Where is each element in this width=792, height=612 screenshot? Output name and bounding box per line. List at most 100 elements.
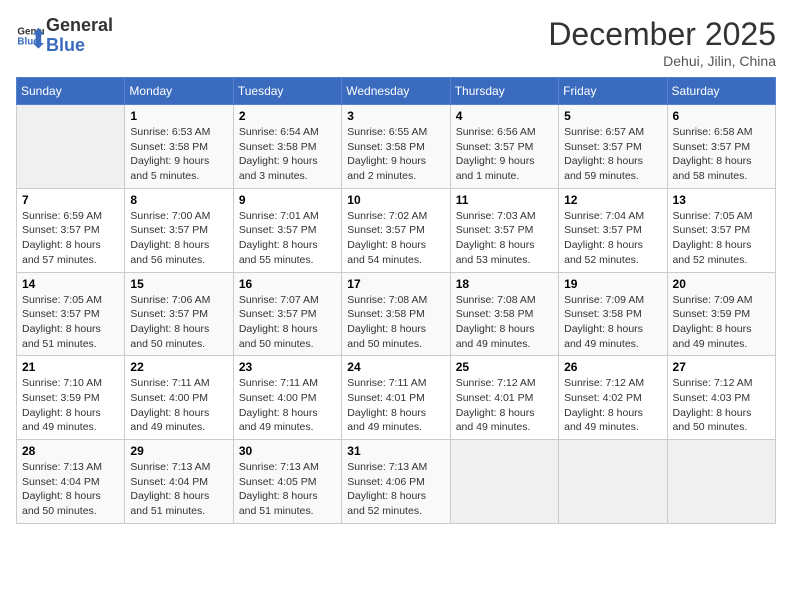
- calendar-cell: 21 Sunrise: 7:10 AM Sunset: 3:59 PM Dayli…: [17, 356, 125, 440]
- day-info: Sunrise: 7:08 AM Sunset: 3:58 PM Dayligh…: [456, 293, 553, 352]
- calendar-cell: 9Sunrise: 7:01 AM Sunset: 3:57 PM Daylig…: [233, 188, 341, 272]
- calendar-cell: 12 Sunrise: 7:04 AM Sunset: 3:57 PM Dayli…: [559, 188, 667, 272]
- weekday-header-thursday: Thursday: [450, 78, 558, 105]
- day-info: Sunrise: 7:13 AM Sunset: 4:06 PM Dayligh…: [347, 460, 444, 519]
- day-number: 13: [673, 193, 770, 207]
- day-info: Sunrise: 7:12 AM Sunset: 4:03 PM Dayligh…: [673, 376, 770, 435]
- calendar-cell: 11 Sunrise: 7:03 AM Sunset: 3:57 PM Dayli…: [450, 188, 558, 272]
- day-info: Sunrise: 7:04 AM Sunset: 3:57 PM Dayligh…: [564, 209, 661, 268]
- calendar-cell: 29Sunrise: 7:13 AM Sunset: 4:04 PM Dayli…: [125, 440, 233, 524]
- calendar-cell: 8 Sunrise: 7:00 AM Sunset: 3:57 PM Daylig…: [125, 188, 233, 272]
- calendar-cell: 17 Sunrise: 7:08 AM Sunset: 3:58 PM Dayli…: [342, 272, 450, 356]
- day-number: 14: [22, 277, 119, 291]
- day-info: Sunrise: 6:54 AM Sunset: 3:58 PM Dayligh…: [239, 125, 336, 184]
- weekday-header-wednesday: Wednesday: [342, 78, 450, 105]
- calendar-cell: 22 Sunrise: 7:11 AM Sunset: 4:00 PM Dayli…: [125, 356, 233, 440]
- day-number: 22: [130, 360, 227, 374]
- calendar-cell: 18 Sunrise: 7:08 AM Sunset: 3:58 PM Dayli…: [450, 272, 558, 356]
- day-number: 3: [347, 109, 444, 123]
- day-info: Sunrise: 7:08 AM Sunset: 3:58 PM Dayligh…: [347, 293, 444, 352]
- day-number: 24: [347, 360, 444, 374]
- day-info: Sunrise: 7:09 AM Sunset: 3:58 PM Dayligh…: [564, 293, 661, 352]
- calendar-cell: [17, 105, 125, 189]
- calendar-table: SundayMondayTuesdayWednesdayThursdayFrid…: [16, 77, 776, 524]
- logo-line1: General: [46, 16, 113, 36]
- logo: General Blue General Blue: [16, 16, 113, 56]
- calendar-cell: 13 Sunrise: 7:05 AM Sunset: 3:57 PM Dayli…: [667, 188, 775, 272]
- page-header: General Blue General Blue December 2025 …: [16, 16, 776, 69]
- calendar-cell: 26Sunrise: 7:12 AM Sunset: 4:02 PM Dayli…: [559, 356, 667, 440]
- calendar-cell: 7 Sunrise: 6:59 AM Sunset: 3:57 PM Daylig…: [17, 188, 125, 272]
- calendar-cell: 3 Sunrise: 6:55 AM Sunset: 3:58 PM Daylig…: [342, 105, 450, 189]
- day-info: Sunrise: 7:03 AM Sunset: 3:57 PM Dayligh…: [456, 209, 553, 268]
- day-info: Sunrise: 7:07 AM Sunset: 3:57 PM Dayligh…: [239, 293, 336, 352]
- day-number: 6: [673, 109, 770, 123]
- day-info: Sunrise: 6:53 AM Sunset: 3:58 PM Dayligh…: [130, 125, 227, 184]
- logo-line2: Blue: [46, 36, 113, 56]
- day-info: Sunrise: 7:12 AM Sunset: 4:01 PM Dayligh…: [456, 376, 553, 435]
- day-number: 20: [673, 277, 770, 291]
- day-number: 26: [564, 360, 661, 374]
- day-number: 10: [347, 193, 444, 207]
- day-number: 11: [456, 193, 553, 207]
- weekday-header-tuesday: Tuesday: [233, 78, 341, 105]
- calendar-cell: 25 Sunrise: 7:12 AM Sunset: 4:01 PM Dayli…: [450, 356, 558, 440]
- day-info: Sunrise: 7:09 AM Sunset: 3:59 PM Dayligh…: [673, 293, 770, 352]
- calendar-cell: [667, 440, 775, 524]
- calendar-week-3: 14 Sunrise: 7:05 AM Sunset: 3:57 PM Dayli…: [17, 272, 776, 356]
- day-info: Sunrise: 7:11 AM Sunset: 4:00 PM Dayligh…: [130, 376, 227, 435]
- day-number: 18: [456, 277, 553, 291]
- calendar-cell: 31 Sunrise: 7:13 AM Sunset: 4:06 PM Dayli…: [342, 440, 450, 524]
- day-number: 27: [673, 360, 770, 374]
- calendar-week-4: 21 Sunrise: 7:10 AM Sunset: 3:59 PM Dayli…: [17, 356, 776, 440]
- calendar-week-1: 1 Sunrise: 6:53 AM Sunset: 3:58 PM Daylig…: [17, 105, 776, 189]
- day-number: 15: [130, 277, 227, 291]
- calendar-cell: 28 Sunrise: 7:13 AM Sunset: 4:04 PM Dayli…: [17, 440, 125, 524]
- day-info: Sunrise: 7:10 AM Sunset: 3:59 PM Dayligh…: [22, 376, 119, 435]
- calendar-cell: 1 Sunrise: 6:53 AM Sunset: 3:58 PM Daylig…: [125, 105, 233, 189]
- day-number: 16: [239, 277, 336, 291]
- day-number: 28: [22, 444, 119, 458]
- month-title: December 2025: [548, 16, 776, 53]
- calendar-cell: [559, 440, 667, 524]
- calendar-cell: 20 Sunrise: 7:09 AM Sunset: 3:59 PM Dayli…: [667, 272, 775, 356]
- day-info: Sunrise: 6:59 AM Sunset: 3:57 PM Dayligh…: [22, 209, 119, 268]
- day-number: 21: [22, 360, 119, 374]
- calendar-cell: 2Sunrise: 6:54 AM Sunset: 3:58 PM Daylig…: [233, 105, 341, 189]
- calendar-cell: 6Sunrise: 6:58 AM Sunset: 3:57 PM Daylig…: [667, 105, 775, 189]
- title-area: December 2025 Dehui, Jilin, China: [548, 16, 776, 69]
- calendar-cell: 4 Sunrise: 6:56 AM Sunset: 3:57 PM Daylig…: [450, 105, 558, 189]
- day-number: 31: [347, 444, 444, 458]
- day-number: 4: [456, 109, 553, 123]
- day-info: Sunrise: 6:56 AM Sunset: 3:57 PM Dayligh…: [456, 125, 553, 184]
- calendar-cell: 24Sunrise: 7:11 AM Sunset: 4:01 PM Dayli…: [342, 356, 450, 440]
- day-info: Sunrise: 7:05 AM Sunset: 3:57 PM Dayligh…: [673, 209, 770, 268]
- day-info: Sunrise: 7:13 AM Sunset: 4:04 PM Dayligh…: [22, 460, 119, 519]
- day-number: 17: [347, 277, 444, 291]
- day-info: Sunrise: 7:05 AM Sunset: 3:57 PM Dayligh…: [22, 293, 119, 352]
- calendar-week-5: 28 Sunrise: 7:13 AM Sunset: 4:04 PM Dayli…: [17, 440, 776, 524]
- day-number: 29: [130, 444, 227, 458]
- day-info: Sunrise: 7:01 AM Sunset: 3:57 PM Dayligh…: [239, 209, 336, 268]
- logo-icon: General Blue: [16, 22, 44, 50]
- day-number: 1: [130, 109, 227, 123]
- weekday-header-monday: Monday: [125, 78, 233, 105]
- day-number: 7: [22, 193, 119, 207]
- day-number: 12: [564, 193, 661, 207]
- day-number: 25: [456, 360, 553, 374]
- calendar-cell: 27 Sunrise: 7:12 AM Sunset: 4:03 PM Dayli…: [667, 356, 775, 440]
- calendar-cell: 19Sunrise: 7:09 AM Sunset: 3:58 PM Dayli…: [559, 272, 667, 356]
- weekday-header-friday: Friday: [559, 78, 667, 105]
- day-info: Sunrise: 6:55 AM Sunset: 3:58 PM Dayligh…: [347, 125, 444, 184]
- calendar-week-2: 7 Sunrise: 6:59 AM Sunset: 3:57 PM Daylig…: [17, 188, 776, 272]
- day-info: Sunrise: 7:00 AM Sunset: 3:57 PM Dayligh…: [130, 209, 227, 268]
- calendar-cell: 15 Sunrise: 7:06 AM Sunset: 3:57 PM Dayli…: [125, 272, 233, 356]
- logo-text: General Blue: [46, 16, 113, 56]
- day-number: 23: [239, 360, 336, 374]
- day-info: Sunrise: 7:06 AM Sunset: 3:57 PM Dayligh…: [130, 293, 227, 352]
- day-number: 8: [130, 193, 227, 207]
- day-info: Sunrise: 7:13 AM Sunset: 4:05 PM Dayligh…: [239, 460, 336, 519]
- calendar-cell: 10Sunrise: 7:02 AM Sunset: 3:57 PM Dayli…: [342, 188, 450, 272]
- weekday-header-row: SundayMondayTuesdayWednesdayThursdayFrid…: [17, 78, 776, 105]
- calendar-cell: 16 Sunrise: 7:07 AM Sunset: 3:57 PM Dayli…: [233, 272, 341, 356]
